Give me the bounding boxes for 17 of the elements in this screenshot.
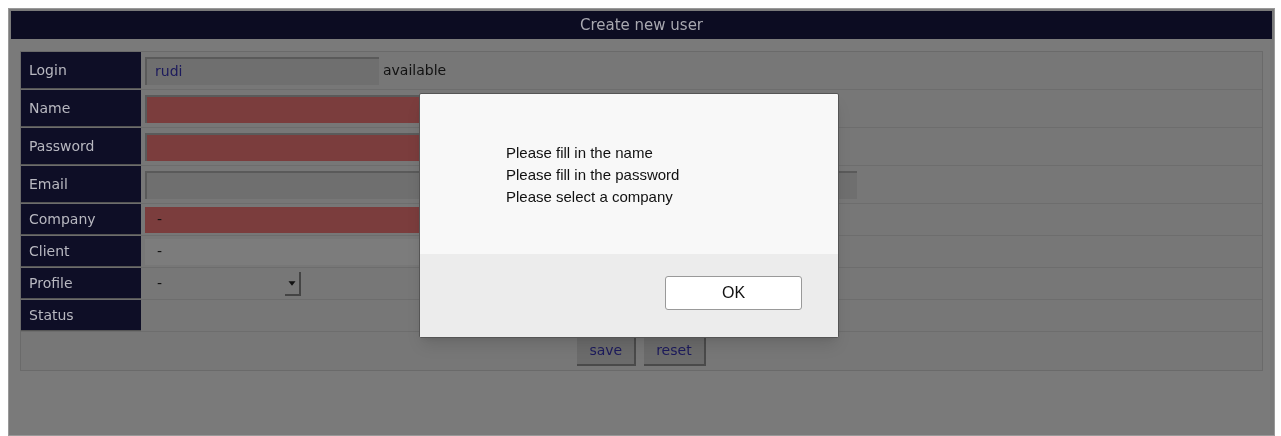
field-label: Client (21, 236, 141, 267)
page-title: Create new user (579, 14, 704, 36)
availability-note: available (383, 61, 447, 80)
form-button[interactable]: save (577, 336, 637, 366)
dropdown-arrow-icon (285, 271, 301, 296)
field-label: Email (21, 166, 141, 203)
text-field[interactable]: rudi (145, 56, 379, 85)
field-label: Name (21, 90, 141, 127)
field-label: Company (21, 204, 141, 235)
field-label: Password (21, 128, 141, 165)
dropdown-field[interactable]: - (145, 270, 301, 297)
field-label: Login (21, 52, 141, 89)
field-label: Status (21, 300, 141, 331)
field-label: Profile (21, 268, 141, 299)
alert-message: Please fill in the name Please fill in the password Please select a company (506, 143, 681, 207)
form-button[interactable]: reset (644, 336, 706, 366)
ok-button[interactable]: OK (665, 276, 802, 310)
